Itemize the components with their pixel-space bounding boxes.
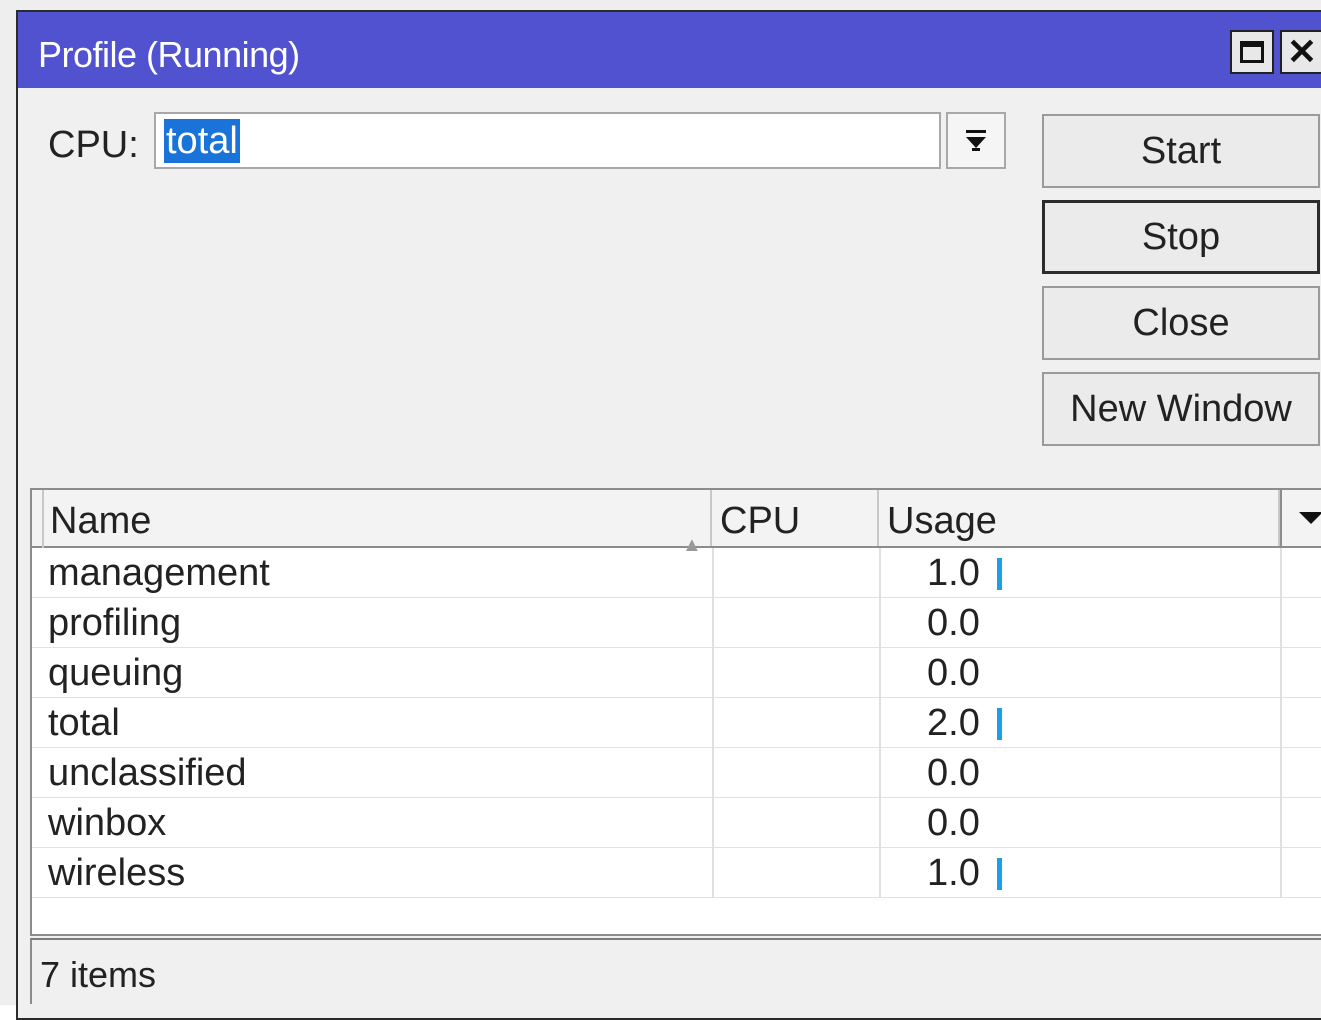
cell-cpu [712, 798, 879, 848]
usage-bar [997, 708, 1002, 740]
cell-cpu [712, 598, 879, 648]
cell-usage: 1.0 [879, 548, 1280, 598]
cell-usage: 0.0 [879, 748, 1280, 798]
usage-value: 0.0 [927, 602, 980, 644]
cell-cpu [712, 848, 879, 898]
column-header-cpu[interactable]: CPU [712, 490, 879, 546]
usage-bar [997, 858, 1002, 890]
cell-spacer [1280, 798, 1321, 848]
maximize-button[interactable] [1230, 30, 1274, 74]
table-row[interactable]: winbox 0.0 [32, 798, 1321, 848]
column-header-name[interactable]: Name ▲ [42, 490, 712, 556]
cell-name: profiling [48, 602, 182, 644]
items-count: 7 items [40, 954, 157, 995]
usage-bar [997, 558, 1002, 590]
cell-cpu [712, 548, 879, 598]
cell-usage: 2.0 [879, 698, 1280, 748]
cpu-label: CPU: [48, 124, 139, 166]
stop-button[interactable]: Stop [1042, 200, 1320, 274]
table-header: Name ▲ CPU Usage [32, 490, 1321, 556]
cell-spacer [1280, 748, 1321, 798]
usage-value: 0.0 [927, 752, 980, 794]
table-row[interactable]: unclassified 0.0 [32, 748, 1321, 798]
cell-cpu [712, 648, 879, 698]
column-header-cpu-label: CPU [720, 500, 801, 542]
column-header-name-label: Name [50, 500, 152, 542]
cell-spacer [1280, 548, 1321, 598]
usage-value: 2.0 [927, 702, 980, 744]
table-row[interactable]: profiling 0.0 [32, 598, 1321, 648]
close-button[interactable]: Close [1042, 286, 1320, 360]
column-menu-button[interactable] [1280, 490, 1321, 546]
cpu-dropdown-button[interactable] [946, 112, 1006, 169]
cell-cpu [712, 748, 879, 798]
cell-name: wireless [48, 852, 186, 894]
new-window-button[interactable]: New Window [1042, 372, 1320, 446]
cell-usage: 1.0 [879, 848, 1280, 898]
close-window-button[interactable]: ✕ [1280, 30, 1321, 74]
cell-name: unclassified [48, 752, 247, 794]
usage-value: 0.0 [927, 652, 980, 694]
profile-window: Profile (Running) ✕ CPU: total Start Sto… [16, 10, 1321, 1020]
usage-value: 1.0 [927, 852, 980, 894]
dropdown-arrow-icon [966, 129, 986, 151]
cell-spacer [1280, 648, 1321, 698]
cell-usage: 0.0 [879, 598, 1280, 648]
table-row[interactable]: total 2.0 [32, 698, 1321, 748]
cell-cpu [712, 698, 879, 748]
table-row[interactable]: management 1.0 [32, 548, 1321, 598]
usage-value: 0.0 [927, 802, 980, 844]
cell-name: total [48, 702, 120, 744]
close-icon: ✕ [1286, 31, 1318, 72]
column-header-usage[interactable]: Usage [879, 490, 1280, 546]
cell-name: management [48, 552, 270, 594]
cpu-select-field[interactable]: total [154, 112, 941, 169]
cell-name: winbox [48, 802, 167, 844]
cell-usage: 0.0 [879, 648, 1280, 698]
cell-spacer [1280, 848, 1321, 898]
table-row[interactable]: wireless 1.0 [32, 848, 1321, 898]
cpu-select-value: total [164, 118, 240, 163]
usage-value: 1.0 [927, 552, 980, 594]
column-menu-icon [1299, 512, 1321, 524]
cell-spacer [1280, 598, 1321, 648]
maximize-icon [1240, 41, 1264, 63]
profile-table: Name ▲ CPU Usage management 1.0 profilin… [30, 488, 1321, 936]
title-bar[interactable]: Profile (Running) ✕ [18, 12, 1321, 88]
start-button[interactable]: Start [1042, 114, 1320, 188]
table-row[interactable]: queuing 0.0 [32, 648, 1321, 698]
status-bar: 7 items [30, 938, 1321, 1004]
cell-usage: 0.0 [879, 798, 1280, 848]
column-header-usage-label: Usage [887, 500, 997, 542]
cell-spacer [1280, 698, 1321, 748]
window-title: Profile (Running) [38, 34, 300, 75]
cell-name: queuing [48, 652, 184, 694]
